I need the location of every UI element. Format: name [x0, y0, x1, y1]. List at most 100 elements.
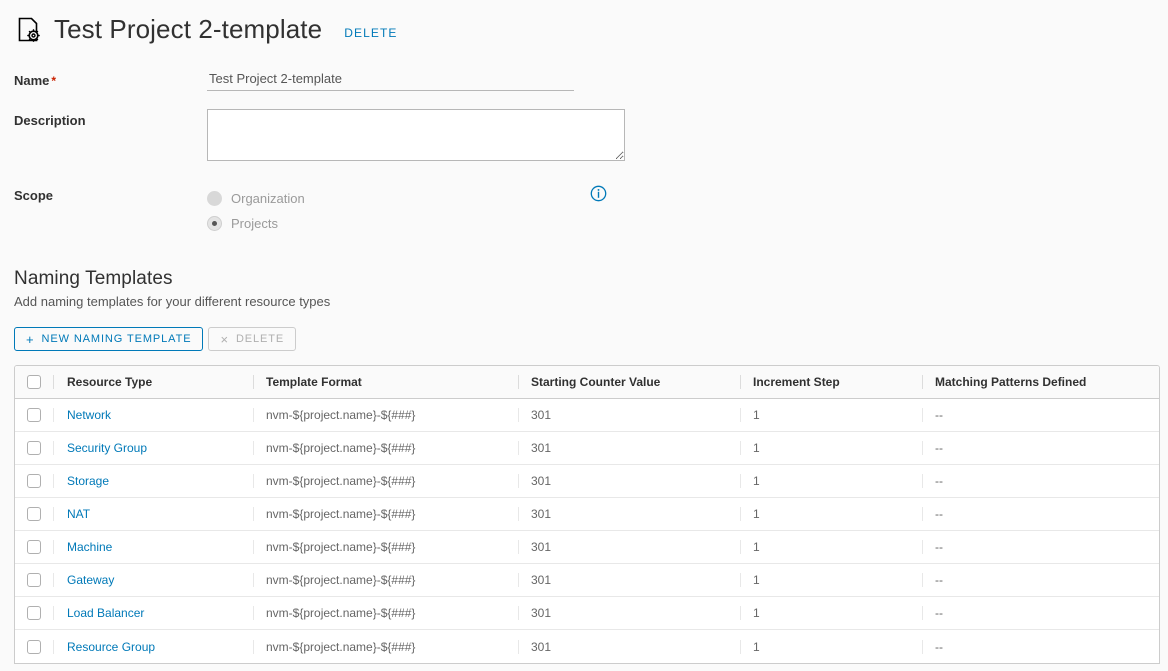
- cell-increment-step: 1: [740, 540, 922, 554]
- cell-resource-type: Resource Group: [53, 639, 253, 654]
- cell-starting-counter-value: 301: [518, 573, 740, 587]
- table-row[interactable]: Machine nvm-${project.name}-${###} 301 1 --: [15, 531, 1159, 564]
- resource-type-link[interactable]: NAT: [67, 507, 90, 521]
- row-checkbox[interactable]: [27, 408, 41, 422]
- description-field-area: [207, 109, 1156, 166]
- resource-type-link[interactable]: Security Group: [67, 441, 147, 455]
- close-x-icon: ×: [220, 331, 229, 347]
- cell-template-format: nvm-${project.name}-${###}: [253, 408, 518, 422]
- naming-template-page: Test Project 2-template DELETE Name* Des…: [0, 0, 1168, 671]
- row-checkbox[interactable]: [27, 606, 41, 620]
- table-row[interactable]: Security Group nvm-${project.name}-${###}…: [15, 432, 1159, 465]
- description-label: Description: [14, 113, 86, 128]
- description-textarea[interactable]: [207, 109, 625, 161]
- new-naming-template-button[interactable]: + NEW NAMING TEMPLATE: [14, 327, 204, 351]
- radio-organization-icon[interactable]: [207, 191, 222, 206]
- cell-matching-patterns-defined: --: [922, 573, 1159, 587]
- cell-template-format: nvm-${project.name}-${###}: [253, 639, 518, 654]
- name-label: Name *: [12, 69, 207, 88]
- table-row[interactable]: Network nvm-${project.name}-${###} 301 1 --: [15, 399, 1159, 432]
- cell-resource-type: Machine: [53, 540, 253, 554]
- column-header-increment-step[interactable]: Increment Step: [740, 375, 922, 389]
- row-select-cell: [15, 639, 53, 654]
- cell-resource-type: Gateway: [53, 573, 253, 587]
- name-input[interactable]: [207, 69, 574, 91]
- resource-type-link[interactable]: Load Balancer: [67, 606, 144, 620]
- cell-starting-counter-value: 301: [518, 606, 740, 620]
- table-header-row: Resource Type Template Format Starting C…: [15, 366, 1159, 399]
- row-select-cell: [15, 606, 53, 620]
- cell-resource-type: NAT: [53, 507, 253, 521]
- cell-increment-step: 1: [740, 606, 922, 620]
- cell-template-format: nvm-${project.name}-${###}: [253, 573, 518, 587]
- cell-resource-type: Storage: [53, 474, 253, 488]
- cell-template-format: nvm-${project.name}-${###}: [253, 441, 518, 455]
- table-row[interactable]: Resource Group nvm-${project.name}-${###}…: [15, 630, 1159, 663]
- cell-increment-step: 1: [740, 507, 922, 521]
- row-select-cell: [15, 573, 53, 587]
- scope-field-area: Organization Projects: [207, 184, 1156, 236]
- row-checkbox[interactable]: [27, 540, 41, 554]
- cell-resource-type: Network: [53, 408, 253, 422]
- row-checkbox[interactable]: [27, 474, 41, 488]
- naming-templates-toolbar: + NEW NAMING TEMPLATE × DELETE: [14, 327, 1156, 351]
- scope-option-organization[interactable]: Organization: [207, 186, 1156, 211]
- new-naming-template-label: NEW NAMING TEMPLATE: [41, 333, 192, 345]
- name-label-text: Name: [14, 73, 50, 88]
- cell-matching-patterns-defined: --: [922, 408, 1159, 422]
- select-all-checkbox[interactable]: [27, 375, 41, 389]
- cell-starting-counter-value: 301: [518, 474, 740, 488]
- row-select-cell: [15, 507, 53, 521]
- description-form-row: Description: [12, 109, 1156, 166]
- row-select-cell: [15, 540, 53, 554]
- naming-templates-table: Resource Type Template Format Starting C…: [14, 365, 1160, 664]
- table-row[interactable]: Storage nvm-${project.name}-${###} 301 1 --: [15, 465, 1159, 498]
- table-row[interactable]: Load Balancer nvm-${project.name}-${###} 3…: [15, 597, 1159, 630]
- cell-template-format: nvm-${project.name}-${###}: [253, 474, 518, 488]
- resource-type-link[interactable]: Storage: [67, 474, 109, 488]
- cell-resource-type: Load Balancer: [53, 606, 253, 620]
- delete-naming-template-button[interactable]: × DELETE: [208, 327, 297, 351]
- column-header-starting-counter-value[interactable]: Starting Counter Value: [518, 375, 740, 389]
- cell-increment-step: 1: [740, 408, 922, 422]
- table-body: Network nvm-${project.name}-${###} 301 1 -- S…: [15, 399, 1159, 663]
- cell-increment-step: 1: [740, 639, 922, 654]
- resource-type-link[interactable]: Network: [67, 408, 111, 422]
- row-checkbox[interactable]: [27, 639, 41, 654]
- scope-option-projects-label: Projects: [231, 216, 278, 231]
- scope-radio-group: Organization Projects: [207, 184, 1156, 236]
- name-field-area: [207, 69, 1156, 91]
- cell-starting-counter-value: 301: [518, 540, 740, 554]
- column-header-resource-type[interactable]: Resource Type: [53, 375, 253, 389]
- name-form-row: Name *: [12, 69, 1156, 91]
- page-title: Test Project 2-template: [54, 14, 323, 44]
- cell-starting-counter-value: 301: [518, 507, 740, 521]
- radio-projects-icon[interactable]: [207, 216, 222, 231]
- row-checkbox[interactable]: [27, 507, 41, 521]
- scope-option-organization-label: Organization: [231, 191, 305, 206]
- cell-starting-counter-value: 301: [518, 639, 740, 654]
- resource-type-link[interactable]: Gateway: [67, 573, 114, 587]
- column-header-matching-patterns-defined[interactable]: Matching Patterns Defined: [922, 375, 1159, 389]
- naming-templates-title: Naming Templates: [14, 268, 173, 289]
- row-checkbox[interactable]: [27, 573, 41, 587]
- table-row[interactable]: Gateway nvm-${project.name}-${###} 301 1 --: [15, 564, 1159, 597]
- cell-template-format: nvm-${project.name}-${###}: [253, 507, 518, 521]
- column-header-template-format[interactable]: Template Format: [253, 375, 518, 389]
- cell-matching-patterns-defined: --: [922, 507, 1159, 521]
- cell-matching-patterns-defined: --: [922, 639, 1159, 654]
- delete-template-link[interactable]: DELETE: [344, 20, 397, 40]
- scope-label: Scope: [14, 188, 54, 203]
- required-marker: *: [51, 74, 57, 88]
- plus-icon: +: [26, 331, 35, 347]
- cell-template-format: nvm-${project.name}-${###}: [253, 606, 518, 620]
- scope-option-projects[interactable]: Projects: [207, 211, 1156, 236]
- delete-naming-template-label: DELETE: [235, 333, 285, 345]
- resource-type-link[interactable]: Resource Group: [67, 640, 155, 654]
- resource-type-link[interactable]: Machine: [67, 540, 112, 554]
- page-header: Test Project 2-template DELETE: [12, 0, 1156, 51]
- cell-template-format: nvm-${project.name}-${###}: [253, 540, 518, 554]
- row-checkbox[interactable]: [27, 441, 41, 455]
- table-row[interactable]: NAT nvm-${project.name}-${###} 301 1 --: [15, 498, 1159, 531]
- info-circle-icon[interactable]: [590, 185, 607, 207]
